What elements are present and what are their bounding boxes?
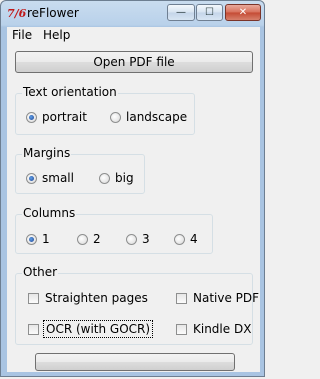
radio-label: 3 (142, 232, 150, 246)
other-group: Other Straighten pages Native PDF OCR (w… (15, 265, 259, 345)
radio-label: 1 (42, 232, 50, 246)
radio-button[interactable] (110, 111, 121, 123)
checkbox-label: Straighten pages (45, 291, 148, 305)
maximize-button[interactable]: ☐ (196, 4, 223, 21)
check-native-pdf[interactable]: Native PDF (176, 291, 259, 305)
checkbox[interactable] (176, 323, 187, 335)
margins-group-title: Margins (22, 146, 72, 160)
app-icon: 7/6 (7, 7, 27, 20)
menu-bar: File Help (7, 27, 260, 46)
open-pdf-button[interactable]: Open PDF file (15, 51, 253, 73)
columns-group: Columns 1 2 3 4 (15, 206, 213, 254)
close-button[interactable]: ✕ (225, 4, 261, 21)
radio-button-selected[interactable] (26, 111, 37, 123)
radio-label: small (42, 171, 74, 185)
minimize-icon: — (176, 7, 186, 18)
menu-file[interactable]: File (9, 28, 35, 42)
radio-landscape[interactable]: landscape (110, 110, 187, 124)
radio-button-selected[interactable] (26, 172, 37, 184)
title-bar[interactable]: 7/6 reFlower — ☐ ✕ (1, 1, 264, 27)
menu-help[interactable]: Help (40, 28, 73, 42)
maximize-icon: ☐ (205, 7, 214, 18)
radio-portrait[interactable]: portrait (26, 110, 87, 124)
radio-columns-2[interactable]: 2 (77, 232, 101, 246)
close-icon: ✕ (238, 7, 248, 18)
radio-columns-1[interactable]: 1 (26, 232, 50, 246)
minimize-button[interactable]: — (167, 4, 195, 21)
app-window: 7/6 reFlower — ☐ ✕ File Help Open PDF fi… (0, 0, 265, 377)
radio-button[interactable] (99, 172, 110, 184)
checkbox-label: OCR (with GOCR) (42, 320, 154, 338)
radio-button[interactable] (126, 233, 137, 245)
check-kindle-dx[interactable]: Kindle DX (176, 322, 251, 336)
columns-group-title: Columns (22, 206, 77, 220)
radio-label: landscape (126, 110, 188, 124)
checkbox[interactable] (28, 292, 39, 304)
checkbox-label: Kindle DX (193, 322, 252, 336)
radio-button[interactable] (174, 233, 185, 245)
radio-label: portrait (42, 110, 87, 124)
radio-button-selected[interactable] (26, 233, 37, 245)
radio-columns-4[interactable]: 4 (174, 232, 198, 246)
radio-button[interactable] (77, 233, 88, 245)
other-group-title: Other (22, 265, 59, 279)
checkbox[interactable] (176, 292, 187, 304)
check-ocr[interactable]: OCR (with GOCR) (28, 320, 154, 338)
client-area: File Help Open PDF file Text orientation… (7, 27, 260, 372)
orientation-group-title: Text orientation (22, 85, 118, 99)
radio-label: 4 (190, 232, 198, 246)
radio-label: 2 (93, 232, 101, 246)
orientation-group: Text orientation portrait landscape (15, 85, 195, 135)
radio-big[interactable]: big (99, 171, 134, 185)
radio-label: big (115, 171, 134, 185)
checkbox-label: Native PDF (193, 291, 260, 305)
convert-button[interactable] (35, 353, 235, 371)
radio-small[interactable]: small (26, 171, 74, 185)
check-straighten-pages[interactable]: Straighten pages (28, 291, 148, 305)
checkbox[interactable] (28, 323, 39, 335)
margins-group: Margins small big (15, 146, 145, 194)
window-title: reFlower (27, 6, 79, 20)
radio-columns-3[interactable]: 3 (126, 232, 150, 246)
